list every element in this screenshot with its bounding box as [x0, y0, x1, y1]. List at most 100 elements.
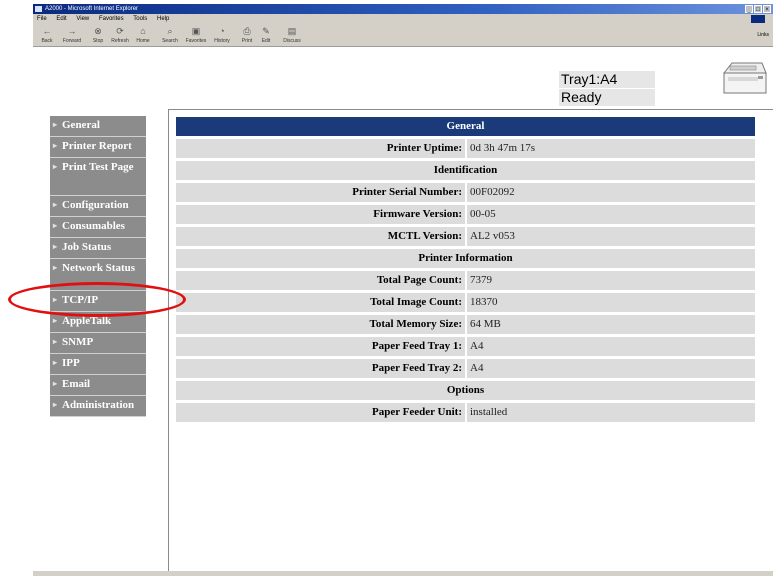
- menu-tools[interactable]: Tools: [133, 16, 147, 22]
- row-label: Printer Uptime:: [386, 142, 462, 154]
- bullet-icon: ▸: [53, 295, 58, 304]
- stop-button[interactable]: ⊗ Stop: [89, 25, 107, 45]
- bullet-icon: ▸: [53, 358, 58, 367]
- bullet-icon: ▸: [53, 120, 58, 129]
- menu-bar: File Edit View Favorites Tools Help: [33, 14, 773, 24]
- cell-divider: [465, 293, 467, 312]
- cell-divider: [465, 183, 467, 202]
- sidebar-item-consumables[interactable]: ▸ Consumables: [50, 217, 146, 238]
- row-value: A4: [470, 340, 484, 352]
- row-value: 7379: [470, 274, 492, 286]
- section-heading-options: Options: [176, 381, 755, 400]
- menu-edit[interactable]: Edit: [56, 16, 66, 22]
- row-value: A4: [470, 362, 484, 374]
- search-icon: ⌕: [167, 26, 173, 36]
- sidebar-item-appletalk[interactable]: ▸ AppleTalk: [50, 312, 146, 333]
- history-button[interactable]: ◔ History: [211, 25, 233, 45]
- row-value: 64 MB: [470, 318, 501, 330]
- table-row: Printer Uptime: 0d 3h 47m 17s: [176, 139, 755, 158]
- minimize-icon[interactable]: _: [745, 5, 753, 13]
- sidebar-item-general[interactable]: ▸ General: [50, 116, 146, 137]
- cell-divider: [465, 227, 467, 246]
- sidebar-item-tcp-ip[interactable]: ▸ TCP/IP: [50, 291, 146, 312]
- print-button[interactable]: ⎙ Print: [239, 25, 255, 45]
- links-button[interactable]: Links: [757, 32, 769, 38]
- bullet-icon: ▸: [53, 242, 58, 251]
- ie-window-icon: [35, 6, 42, 12]
- favorites-icon: ▣: [191, 26, 201, 36]
- row-value: 00F02092: [470, 186, 515, 198]
- menu-file[interactable]: File: [37, 16, 47, 22]
- cell-divider: [465, 359, 467, 378]
- status-bar: [33, 571, 773, 576]
- row-value: 18370: [470, 296, 498, 308]
- tray-status: Tray1:A4: [559, 71, 655, 88]
- cell-divider: [465, 271, 467, 290]
- menu-help[interactable]: Help: [157, 16, 169, 22]
- row-label: Total Memory Size:: [369, 318, 462, 330]
- cell-divider: [465, 139, 467, 158]
- sidebar-item-email[interactable]: ▸ Email: [50, 375, 146, 396]
- sidebar-item-administration[interactable]: ▸ Administration: [50, 396, 146, 417]
- table-row: Paper Feed Tray 1: A4: [176, 337, 755, 356]
- sidebar-item-network-status[interactable]: ▸ Network Status: [50, 259, 146, 291]
- sidebar-nav: ▸ General ▸ Printer Report ▸ Print Test …: [50, 116, 146, 417]
- general-info-table: General Printer Uptime: 0d 3h 47m 17s Id…: [176, 117, 755, 425]
- refresh-button[interactable]: ⟳ Refresh: [109, 25, 131, 45]
- sidebar-item-configuration[interactable]: ▸ Configuration: [50, 196, 146, 217]
- table-row: MCTL Version: AL2 v053: [176, 227, 755, 246]
- sidebar-item-print-test-page[interactable]: ▸ Print Test Page: [50, 158, 146, 196]
- close-icon[interactable]: ×: [763, 5, 771, 13]
- edit-button[interactable]: ✎ Edit: [259, 25, 273, 45]
- row-label: Total Page Count:: [376, 274, 462, 286]
- window-title-bar: A2000 - Microsoft Internet Explorer _ □ …: [33, 4, 773, 14]
- sidebar-item-ipp[interactable]: ▸ IPP: [50, 354, 146, 375]
- bullet-icon: ▸: [53, 162, 58, 171]
- bullet-icon: ▸: [53, 379, 58, 388]
- table-row: Total Image Count: 18370: [176, 293, 755, 312]
- row-label: MCTL Version:: [387, 230, 462, 242]
- refresh-icon: ⟳: [116, 26, 124, 36]
- search-button[interactable]: ⌕ Search: [159, 25, 181, 45]
- ie-logo-icon: [751, 15, 765, 23]
- sidebar-item-printer-report[interactable]: ▸ Printer Report: [50, 137, 146, 158]
- back-button[interactable]: ← Back: [37, 25, 57, 45]
- favorites-button[interactable]: ▣ Favorites: [183, 25, 209, 45]
- sidebar-item-job-status[interactable]: ▸ Job Status: [50, 238, 146, 259]
- row-label: Paper Feed Tray 2:: [371, 362, 462, 374]
- table-row: Firmware Version: 00-05: [176, 205, 755, 224]
- row-label: Paper Feed Tray 1:: [371, 340, 462, 352]
- maximize-icon[interactable]: □: [754, 5, 762, 13]
- menu-view[interactable]: View: [76, 16, 89, 22]
- row-label: Firmware Version:: [373, 208, 462, 220]
- table-row: Printer Serial Number: 00F02092: [176, 183, 755, 202]
- bullet-icon: ▸: [53, 200, 58, 209]
- forward-button[interactable]: → Forward: [59, 25, 85, 45]
- menu-favorites[interactable]: Favorites: [99, 16, 124, 22]
- bullet-icon: ▸: [53, 337, 58, 346]
- row-label: Paper Feeder Unit:: [371, 406, 462, 418]
- discuss-button[interactable]: ▤ Discuss: [279, 25, 305, 45]
- forward-arrow-icon: →: [67, 26, 77, 36]
- row-value: installed: [470, 406, 508, 418]
- bullet-icon: ▸: [53, 400, 58, 409]
- home-icon: ⌂: [140, 26, 146, 36]
- cell-divider: [465, 403, 467, 422]
- row-label: Printer Serial Number:: [352, 186, 462, 198]
- table-row: Total Page Count: 7379: [176, 271, 755, 290]
- sidebar-item-snmp[interactable]: ▸ SNMP: [50, 333, 146, 354]
- row-value: 00-05: [470, 208, 496, 220]
- page-header: [33, 47, 773, 109]
- table-title: General: [176, 117, 755, 136]
- stop-icon: ⊗: [94, 26, 102, 36]
- edit-icon: ✎: [262, 26, 270, 36]
- cell-divider: [465, 205, 467, 224]
- discuss-icon: ▤: [287, 26, 297, 36]
- row-value: AL2 v053: [470, 230, 515, 242]
- cell-divider: [465, 315, 467, 334]
- window-title: A2000 - Microsoft Internet Explorer: [45, 6, 139, 12]
- bullet-icon: ▸: [53, 221, 58, 230]
- home-button[interactable]: ⌂ Home: [133, 25, 153, 45]
- row-value: 0d 3h 47m 17s: [470, 142, 536, 154]
- bullet-icon: ▸: [53, 263, 58, 272]
